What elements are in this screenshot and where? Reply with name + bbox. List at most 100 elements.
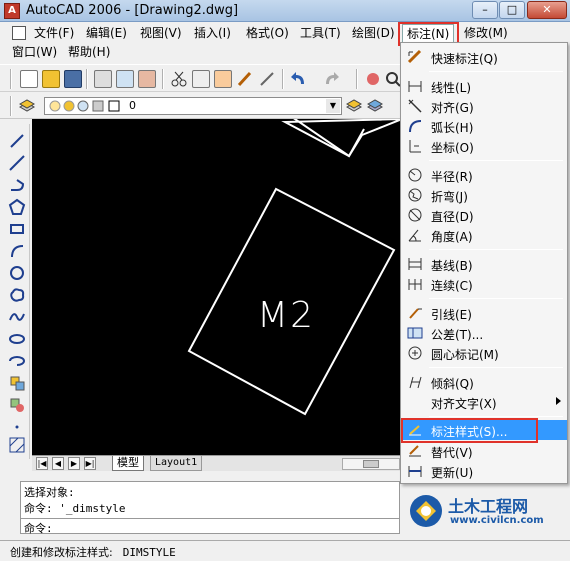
rectangle-icon[interactable]: [8, 220, 26, 238]
ellipse-icon[interactable]: [8, 330, 26, 348]
insert-block-icon[interactable]: [8, 374, 26, 392]
close-button[interactable]: ✕: [527, 1, 567, 19]
scrollbar-thumb[interactable]: [363, 460, 379, 468]
menu-item-override[interactable]: 替代(V): [401, 441, 567, 461]
arc-length-icon: [407, 118, 423, 134]
hatch-icon[interactable]: [8, 436, 26, 454]
status-message: 创建和修改标注样式: DIMSTYLE: [10, 544, 176, 560]
menu-item-linear[interactable]: 线性(L): [401, 76, 567, 96]
menu-item-ordinate[interactable]: 坐标(O): [401, 136, 567, 156]
point-icon[interactable]: [8, 418, 26, 436]
tab-layout1[interactable]: Layout1: [150, 456, 203, 471]
ordinate-icon: [407, 138, 423, 154]
undo-icon[interactable]: [290, 70, 308, 88]
layer-dropdown[interactable]: 0 ▼: [44, 97, 342, 115]
menu-draw[interactable]: 绘图(D): [348, 24, 399, 43]
menu-item-baseline[interactable]: 基线(B): [401, 254, 567, 274]
menu-item-center-mark[interactable]: 圆心标记(M): [401, 343, 567, 363]
layer-manager-icon[interactable]: [18, 97, 36, 115]
menu-item-leader[interactable]: 引线(E): [401, 303, 567, 323]
polygon-icon[interactable]: [8, 198, 26, 216]
copy-icon[interactable]: [192, 70, 210, 88]
menu-item-jogged[interactable]: 折弯(J): [401, 185, 567, 205]
aligned-dimension-icon: [407, 98, 423, 114]
m2-label: M2: [257, 295, 315, 336]
status-bar: 创建和修改标注样式: DIMSTYLE: [0, 540, 570, 561]
menu-item-label: 半径(R): [431, 170, 473, 184]
menu-item-continue[interactable]: 连续(C): [401, 274, 567, 294]
menu-insert[interactable]: 插入(I): [190, 24, 235, 43]
construction-line-icon[interactable]: [8, 154, 26, 172]
make-current-layer-icon[interactable]: [345, 97, 363, 115]
redo-icon[interactable]: [322, 70, 340, 88]
menu-item-label: 更新(U): [431, 466, 474, 480]
tab-model[interactable]: 模型: [112, 456, 144, 471]
ellipse-arc-icon[interactable]: [8, 352, 26, 370]
watermark-url: www.civilcn.com: [450, 515, 544, 526]
menu-item-label: 线性(L): [431, 81, 472, 95]
print-icon[interactable]: [94, 70, 112, 88]
menu-item-oblique[interactable]: 倾斜(Q): [401, 372, 567, 392]
first-tab-button[interactable]: |◀: [36, 457, 48, 470]
menu-format[interactable]: 格式(O): [242, 24, 293, 43]
menu-modify[interactable]: 修改(M): [460, 24, 512, 43]
plot-preview-icon[interactable]: [116, 70, 134, 88]
command-input[interactable]: 命令:: [20, 518, 400, 535]
spline-icon[interactable]: [8, 308, 26, 326]
angular-icon: [407, 227, 423, 243]
menu-item-radius[interactable]: 半径(R): [401, 165, 567, 185]
save-icon[interactable]: [64, 70, 82, 88]
menu-separator: [429, 71, 563, 72]
current-layer-name: 0: [129, 99, 136, 112]
arc-icon[interactable]: [8, 242, 26, 260]
layer-previous-icon[interactable]: [366, 97, 384, 115]
menu-item-angular[interactable]: 角度(A): [401, 225, 567, 245]
menu-item-update[interactable]: 更新(U): [401, 461, 567, 481]
drawing-shape-top-edge: [293, 119, 365, 158]
standard-toolbar: [0, 64, 402, 92]
previous-tab-button[interactable]: ◀: [52, 457, 64, 470]
document-icon[interactable]: [12, 26, 26, 40]
pan-icon[interactable]: [364, 70, 382, 88]
next-tab-button[interactable]: ▶: [68, 457, 80, 470]
last-tab-button[interactable]: ▶|: [84, 457, 96, 470]
revision-cloud-icon[interactable]: [8, 286, 26, 304]
menu-tools[interactable]: 工具(T): [296, 24, 345, 43]
chevron-down-icon[interactable]: ▼: [326, 99, 340, 113]
open-file-icon[interactable]: [42, 70, 60, 88]
oblique-icon: [407, 374, 423, 390]
radius-icon: [407, 167, 423, 183]
menu-item-quick-dimension[interactable]: 快速标注(Q): [401, 47, 567, 67]
menu-window[interactable]: 窗口(W): [8, 43, 61, 62]
make-block-icon[interactable]: [8, 396, 26, 414]
publish-icon[interactable]: [138, 70, 156, 88]
menu-item-align-text[interactable]: 对齐文字(X): [401, 392, 567, 412]
block-editor-icon[interactable]: [258, 70, 276, 88]
menu-view[interactable]: 视图(V): [136, 24, 186, 43]
minimize-button[interactable]: –: [472, 1, 498, 19]
match-properties-icon[interactable]: [236, 70, 254, 88]
horizontal-scrollbar[interactable]: [342, 458, 400, 470]
line-icon[interactable]: [8, 132, 26, 150]
polyline-icon[interactable]: [8, 176, 26, 194]
menu-item-arc-length[interactable]: 弧长(H): [401, 116, 567, 136]
paste-icon[interactable]: [214, 70, 232, 88]
civilcn-logo-icon: [410, 495, 442, 527]
menu-help[interactable]: 帮助(H): [64, 43, 114, 62]
menu-item-aligned[interactable]: 对齐(G): [401, 96, 567, 116]
menu-file[interactable]: 文件(F): [30, 24, 78, 43]
menu-separator: [429, 249, 563, 250]
menu-item-label: 直径(D): [431, 210, 474, 224]
menu-edit[interactable]: 编辑(E): [82, 24, 131, 43]
maximize-button[interactable]: □: [499, 1, 525, 19]
cut-icon[interactable]: [170, 70, 188, 88]
drawing-canvas[interactable]: M2: [32, 119, 402, 455]
title-bar: A AutoCAD 2006 - [Drawing2.dwg] – □ ✕: [0, 0, 570, 22]
menu-item-diameter[interactable]: 直径(D): [401, 205, 567, 225]
continue-icon: [407, 276, 423, 292]
new-file-icon[interactable]: [20, 70, 38, 88]
autocad-app-icon[interactable]: A: [4, 3, 20, 19]
circle-icon[interactable]: [8, 264, 26, 282]
command-prompt: 命令:: [24, 522, 53, 535]
menu-item-tolerance[interactable]: 公差(T)...: [401, 323, 567, 343]
